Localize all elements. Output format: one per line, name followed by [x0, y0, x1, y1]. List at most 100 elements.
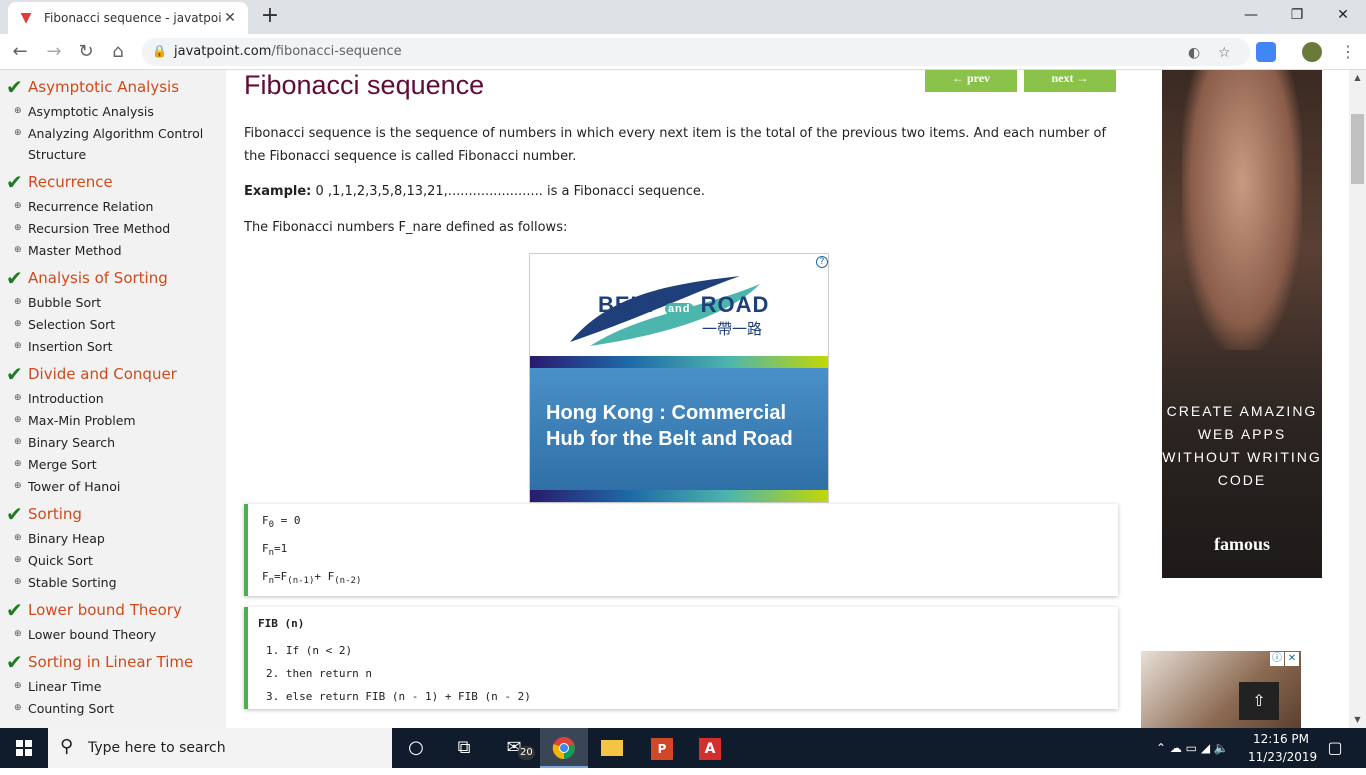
- taskbar-search[interactable]: ⚲ Type here to search: [48, 728, 392, 768]
- close-window-button[interactable]: ✕: [1320, 0, 1366, 30]
- clock-time: 12:16 PM: [1253, 732, 1309, 746]
- sidebar-item-label: Tower of Hanoi: [28, 479, 121, 494]
- address-bar[interactable]: 🔒 javatpoint.com/fibonacci-sequence ◐ ☆: [142, 38, 1250, 66]
- tab-close-icon[interactable]: ✕: [222, 10, 238, 26]
- checkmark-icon: ✔: [6, 266, 23, 290]
- sidebar-item[interactable]: ⊕ Asymptotic Analysis: [0, 101, 226, 122]
- translate-extension-icon[interactable]: [1256, 42, 1276, 62]
- sidebar-item[interactable]: ⊕ Lower bound Theory: [0, 624, 226, 645]
- sidebar-section[interactable]: ✔ Sorting: [0, 501, 226, 527]
- menu-dots-icon[interactable]: ⋮: [1336, 40, 1360, 64]
- system-tray-icons[interactable]: ⌃ ☁ ▭ ◢ 🔈: [1156, 728, 1229, 768]
- sidebar-item[interactable]: ⊕ Merge Sort: [0, 454, 226, 475]
- restore-button[interactable]: ❐: [1274, 0, 1320, 30]
- profile-avatar[interactable]: [1302, 42, 1322, 62]
- bullet-icon: ⊕: [14, 415, 22, 425]
- sidebar-item[interactable]: ⊕ Binary Heap: [0, 528, 226, 549]
- acrobat-icon[interactable]: A: [686, 728, 734, 768]
- url-text[interactable]: javatpoint.com/fibonacci-sequence: [174, 44, 402, 59]
- ad-brand: BELT and ROAD: [598, 292, 769, 318]
- ad-info-icon[interactable]: ?: [816, 256, 828, 268]
- right-banner-ad[interactable]: CREATE AMAZING WEB APPS WITHOUT WRITING …: [1162, 70, 1322, 578]
- code-heading: FIB (n): [258, 617, 305, 630]
- new-tab-button[interactable]: +: [258, 4, 282, 28]
- sidebar-item[interactable]: ⊕ Tower of Hanoi: [0, 476, 226, 497]
- sidebar-section-title: Recurrence: [28, 173, 113, 191]
- scrollbar-thumb[interactable]: [1351, 114, 1364, 184]
- bullet-icon: ⊕: [14, 393, 22, 403]
- belt-and-road-ad[interactable]: BELT and ROAD 一帶一路 ? Hong Kong : Commerc…: [529, 253, 829, 503]
- sidebar-item[interactable]: ⊕ Counting Sort: [0, 698, 226, 719]
- sidebar-item-label: Analyzing Algorithm Control Structure: [28, 126, 204, 162]
- reload-icon[interactable]: ↻: [74, 40, 98, 64]
- windows-start-icon[interactable]: [0, 728, 48, 768]
- code-box: FIB (n) 1. If (n < 2) 2. then return n 3. …: [244, 607, 1118, 709]
- sidebar-item[interactable]: ⊕ Recursion Tree Method: [0, 218, 226, 239]
- sidebar-section[interactable]: ✔ Recurrence: [0, 169, 226, 195]
- code-line-text: else return FIB (n - 1) + FIB (n - 2): [285, 690, 531, 703]
- sidebar-section[interactable]: ✔ Divide and Conquer: [0, 361, 226, 387]
- ad-choices-icon[interactable]: ⓘ: [1270, 652, 1284, 666]
- ad-headline-1: Hong Kong : Commercial: [546, 402, 787, 424]
- browser-tab[interactable]: ▼ Fibonacci sequence - javatpoint ✕: [8, 2, 248, 34]
- mail-icon[interactable]: ✉ 20: [490, 728, 538, 768]
- mail-badge: 20: [518, 746, 535, 760]
- ad-header: BELT and ROAD 一帶一路 ?: [530, 254, 828, 356]
- sidebar-item[interactable]: ⊕ Selection Sort: [0, 314, 226, 335]
- taskbar-clock[interactable]: 12:16 PM 11/23/2019: [1248, 730, 1317, 766]
- sidebar-section[interactable]: ✔ Sorting in Linear Time: [0, 649, 226, 675]
- bullet-icon: ⊕: [14, 703, 22, 713]
- forward-arrow-icon[interactable]: →: [42, 40, 66, 64]
- sidebar-section-title: Divide and Conquer: [28, 365, 177, 383]
- sidebar-item[interactable]: ⊕ Insertion Sort: [0, 336, 226, 357]
- scroll-to-top-button[interactable]: ⇧: [1239, 682, 1279, 720]
- home-icon[interactable]: ⌂: [106, 40, 130, 64]
- bullet-icon: ⊕: [14, 223, 22, 233]
- bullet-icon: ⊕: [14, 577, 22, 587]
- sidebar-item[interactable]: ⊕ Max-Min Problem: [0, 410, 226, 431]
- file-explorer-icon[interactable]: [588, 728, 636, 768]
- sidebar-item-label: Bubble Sort: [28, 295, 102, 310]
- prev-button[interactable]: ← prev: [925, 70, 1017, 92]
- sidebar-item[interactable]: ⊕ Linear Time: [0, 676, 226, 697]
- powerpoint-icon[interactable]: P: [638, 728, 686, 768]
- scroll-up-arrow-icon[interactable]: ▲: [1349, 70, 1366, 86]
- minimize-button[interactable]: —: [1228, 0, 1274, 30]
- sidebar-item-label: Binary Heap: [28, 531, 105, 546]
- chrome-icon[interactable]: [540, 728, 588, 768]
- sidebar-item[interactable]: ⊕ Quick Sort: [0, 550, 226, 571]
- sidebar-item[interactable]: ⊕ Master Method: [0, 240, 226, 261]
- sidebar-item-label: Recursion Tree Method: [28, 221, 171, 236]
- bullet-icon: ⊕: [14, 555, 22, 565]
- cortana-icon[interactable]: ○: [392, 728, 440, 768]
- task-view-icon[interactable]: ⧉: [440, 728, 488, 768]
- bullet-icon: ⊕: [14, 128, 22, 138]
- action-center-icon[interactable]: ▢: [1318, 728, 1352, 768]
- code-line: 3. else return FIB (n - 1) + FIB (n - 2): [266, 690, 531, 703]
- sidebar-item-label: Merge Sort: [28, 457, 97, 472]
- bullet-icon: ⊕: [14, 459, 22, 469]
- sidebar-item[interactable]: ⊕ Stable Sorting: [0, 572, 226, 593]
- scroll-down-arrow-icon[interactable]: ▼: [1349, 712, 1366, 728]
- sidebar-section[interactable]: ✔ Analysis of Sorting: [0, 265, 226, 291]
- back-arrow-icon[interactable]: ←: [8, 40, 32, 64]
- bookmark-star-icon[interactable]: ☆: [1218, 45, 1231, 61]
- windows-taskbar: ⚲ Type here to search ○ ⧉ ✉ 20 P A ⌃ ☁ ▭ …: [0, 728, 1366, 768]
- sidebar-item[interactable]: ⊕ Analyzing Algorithm Control Structure: [0, 123, 226, 165]
- sidebar-item[interactable]: ⊕ Introduction: [0, 388, 226, 409]
- sidebar-section[interactable]: ✔ Asymptotic Analysis: [0, 74, 226, 100]
- defined-paragraph: The Fibonacci numbers F_nare defined as …: [244, 220, 568, 235]
- sidebar-item-label: Asymptotic Analysis: [28, 104, 154, 119]
- sidebar-section[interactable]: ✔ Lower bound Theory: [0, 597, 226, 623]
- site-permission-icon[interactable]: ◐: [1188, 45, 1200, 61]
- bullet-icon: ⊕: [14, 319, 22, 329]
- sidebar-item[interactable]: ⊕ Binary Search: [0, 432, 226, 453]
- code-lines: 1. If (n < 2) 2. then return n 3. else ret…: [266, 639, 531, 708]
- sidebar-item-label: Insertion Sort: [28, 339, 113, 354]
- tutorial-sidebar: ✔ Asymptotic Analysis ⊕ Asymptotic Analysis…: [0, 70, 226, 728]
- next-button[interactable]: next →: [1024, 70, 1116, 92]
- url-domain: javatpoint.com: [174, 44, 272, 59]
- sidebar-item[interactable]: ⊕ Recurrence Relation: [0, 196, 226, 217]
- sidebar-item[interactable]: ⊕ Bubble Sort: [0, 292, 226, 313]
- ad-close-icon[interactable]: ✕: [1285, 652, 1299, 666]
